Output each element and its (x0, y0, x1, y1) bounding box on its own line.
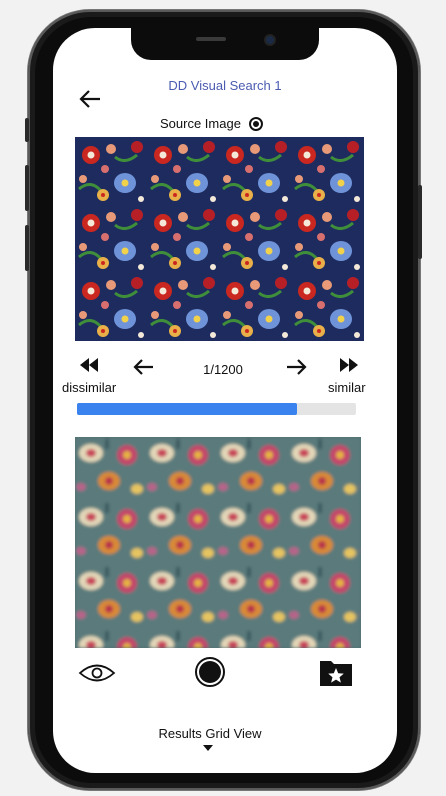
result-counter: 1/1200 (203, 362, 243, 377)
next-arrow-icon[interactable] (286, 358, 308, 376)
notch (131, 28, 319, 60)
folder-star-icon[interactable] (319, 657, 353, 687)
similar-label: similar (328, 380, 366, 395)
mute-switch (25, 118, 29, 142)
source-image-label: Source Image (160, 116, 241, 131)
source-image (75, 137, 364, 341)
eye-icon[interactable] (78, 662, 116, 684)
dissimilar-label: dissimilar (62, 380, 117, 395)
power-button (418, 185, 422, 259)
rewind-icon[interactable] (78, 357, 100, 373)
previous-arrow-icon[interactable] (132, 358, 154, 376)
volume-down-button (25, 225, 29, 271)
similarity-progress-bar[interactable] (77, 403, 356, 415)
record-icon[interactable] (194, 656, 226, 688)
progress-fill (77, 403, 298, 415)
result-image (75, 437, 361, 648)
source-image-row: Source Image (160, 116, 263, 131)
chevron-down-icon[interactable] (203, 745, 213, 751)
results-grid-view-link[interactable]: Results Grid View (120, 726, 300, 741)
front-camera (266, 36, 274, 44)
fast-forward-icon[interactable] (338, 357, 360, 373)
speaker-grille (196, 37, 226, 41)
page-title: DD Visual Search 1 (168, 78, 282, 93)
source-radio-icon[interactable] (248, 116, 263, 131)
back-arrow-icon[interactable] (78, 88, 102, 110)
volume-up-button (25, 165, 29, 211)
